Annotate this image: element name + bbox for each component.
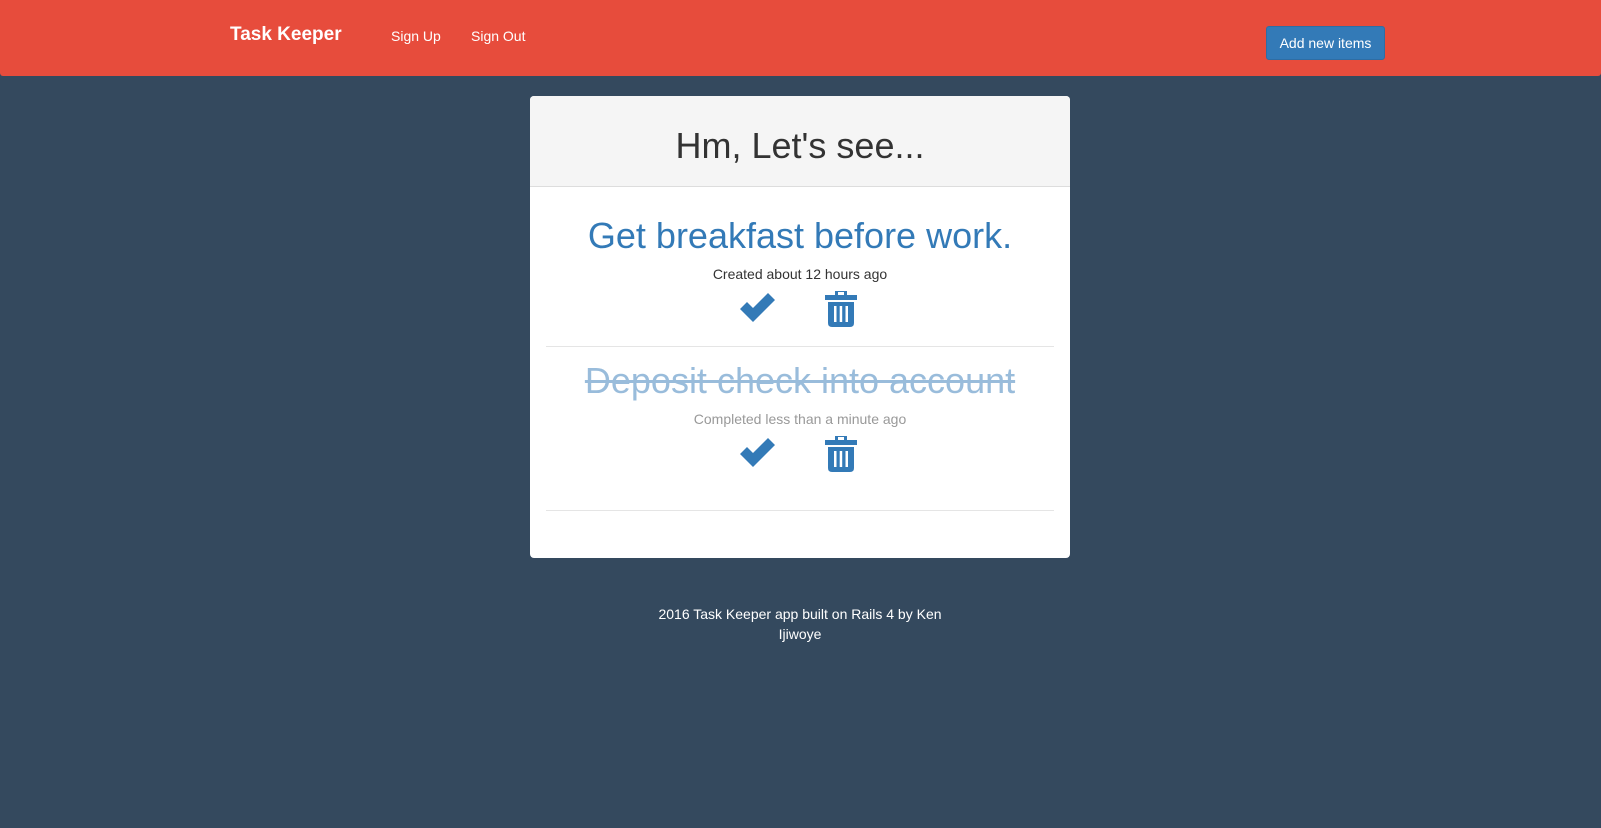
trash-icon[interactable] — [821, 433, 861, 473]
task-panel: Hm, Let's see... Get breakfast before wo… — [530, 96, 1070, 558]
item-divider — [546, 510, 1054, 511]
check-icon[interactable] — [736, 288, 776, 328]
task-item: Deposit check into account Completed les… — [546, 361, 1054, 473]
trash-icon[interactable] — [821, 288, 861, 328]
nav-sign-out-link[interactable]: Sign Out — [471, 28, 525, 44]
panel-heading: Hm, Let's see... — [530, 96, 1070, 187]
task-timestamp: Completed less than a minute ago — [693, 410, 907, 427]
footer-line-2: Ijiwoye — [778, 626, 822, 642]
task-timestamp: Created about 12 hours ago — [712, 265, 888, 282]
top-navbar: Task Keeper Sign Up Sign Out Add new ite… — [0, 0, 1601, 76]
nav-sign-up-link[interactable]: Sign Up — [391, 28, 441, 44]
task-actions — [546, 288, 1054, 328]
task-title[interactable]: Get breakfast before work. — [546, 216, 1054, 256]
panel-title: Hm, Let's see... — [675, 125, 925, 166]
brand-link[interactable]: Task Keeper — [230, 24, 342, 46]
footer-line-1: 2016 Task Keeper app built on Rails 4 by… — [658, 606, 942, 622]
task-title-completed[interactable]: Deposit check into account — [546, 361, 1054, 401]
add-new-items-button[interactable]: Add new items — [1266, 26, 1385, 60]
task-item: Get breakfast before work. Created about… — [546, 216, 1054, 328]
item-divider — [546, 346, 1054, 347]
footer: 2016 Task Keeper app built on Rails 4 by… — [650, 604, 950, 644]
task-actions — [546, 433, 1054, 473]
check-icon[interactable] — [736, 433, 776, 473]
